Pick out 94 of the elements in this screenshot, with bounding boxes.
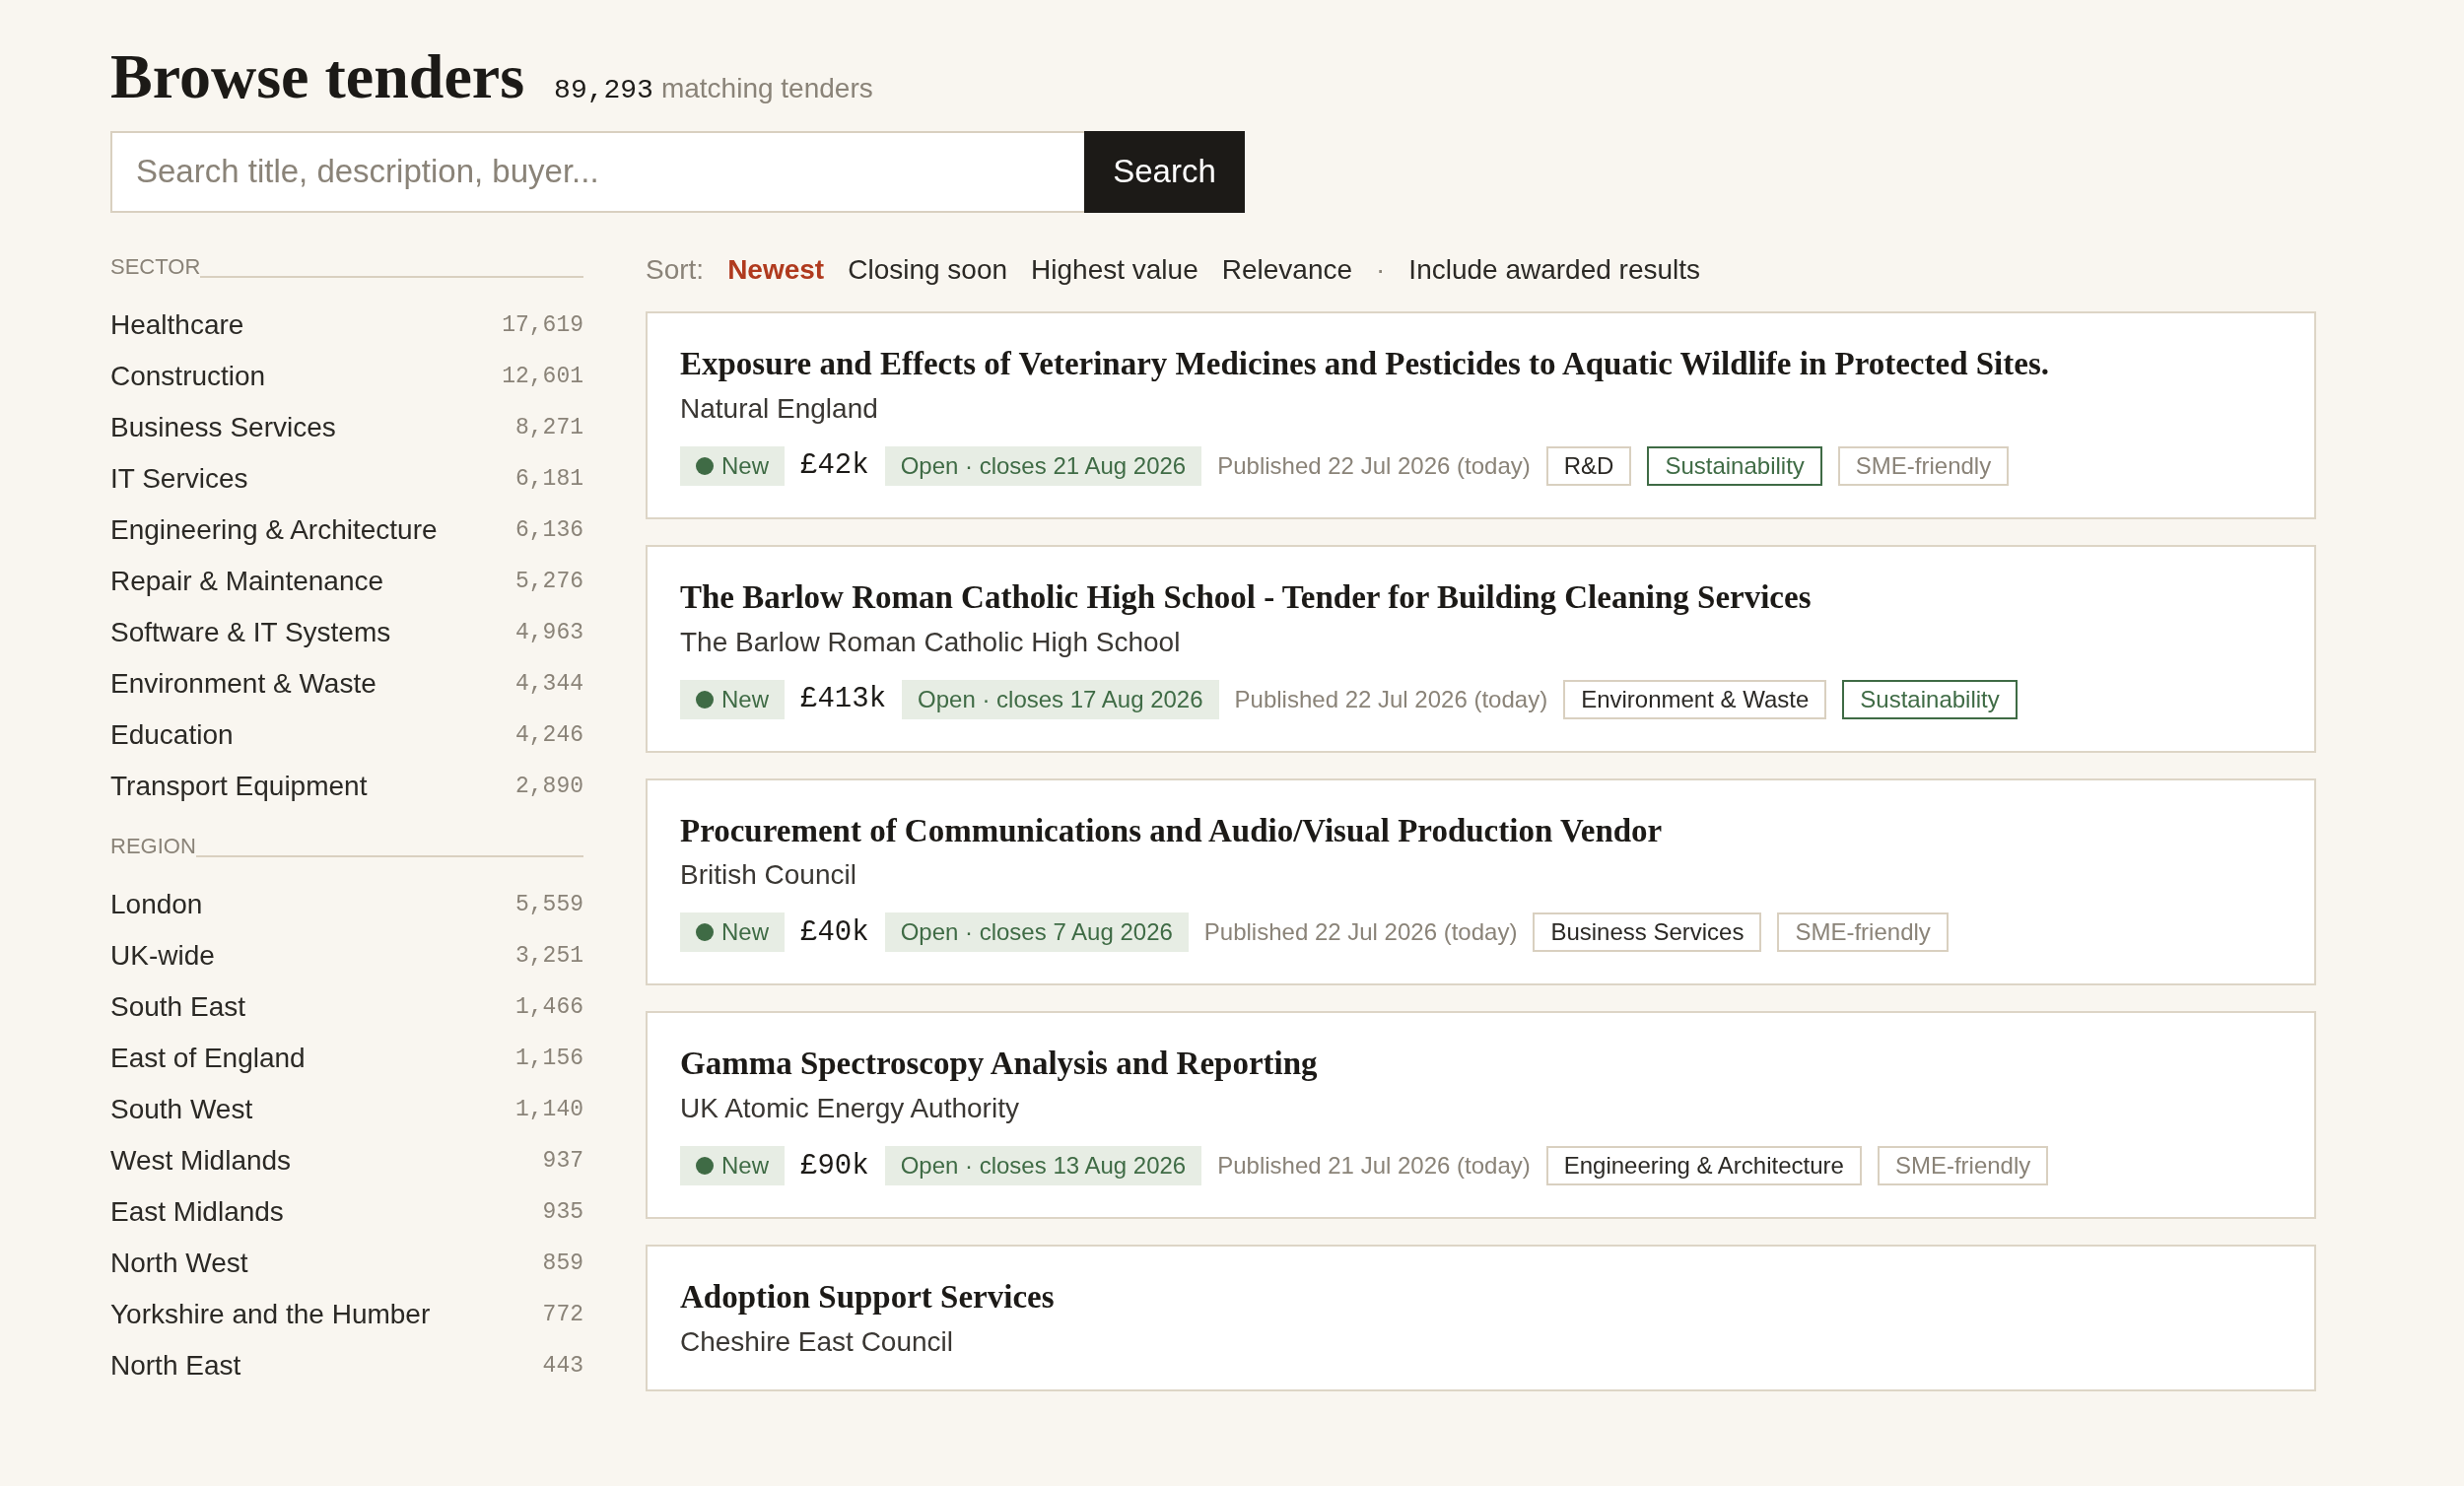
filter-count: 935 xyxy=(542,1198,583,1225)
tag: Sustainability xyxy=(1647,445,1822,486)
filter-option[interactable]: North West xyxy=(110,1247,248,1279)
filter-option[interactable]: Environment & Waste xyxy=(110,667,376,700)
filter-option[interactable]: UK-wide xyxy=(110,939,215,972)
awarded-results-link[interactable]: Include awarded results xyxy=(1408,253,1701,286)
published-date: Published 22 Jul 2026 (today) xyxy=(1203,918,1518,947)
filter-count: 12,601 xyxy=(502,363,583,389)
filter-option[interactable]: Education xyxy=(110,718,234,751)
tender-title[interactable]: Exposure and Effects of Veterinary Medicines and Pesticides to Aquatic Wildlife in Protected Sites. xyxy=(680,342,2282,385)
new-badge: New xyxy=(680,1146,785,1186)
result-count: 89,293 xyxy=(554,75,653,105)
search-field[interactable]: Search title, description, buyer... xyxy=(110,130,1084,213)
published-date: Published 21 Jul 2026 (today) xyxy=(1217,1152,1531,1181)
sort-label: Sort: xyxy=(646,253,705,286)
filter-count: 1,156 xyxy=(515,1045,583,1071)
filter-option[interactable]: Yorkshire and the Humber xyxy=(110,1298,431,1330)
status-badge: Open · closes 13 Aug 2026 xyxy=(884,1146,1202,1186)
buyer-name: Cheshire East Council xyxy=(680,1326,955,1359)
search-button[interactable]: Search xyxy=(1084,130,1245,213)
filter-count: 17,619 xyxy=(502,311,583,338)
filter-option[interactable]: South West xyxy=(110,1093,253,1125)
filter-count: 5,276 xyxy=(515,568,583,594)
tender-value: £413k xyxy=(800,683,887,716)
filter-count: 5,559 xyxy=(515,891,583,917)
buyer-name: UK Atomic Energy Authority xyxy=(680,1093,1020,1125)
filter-heading: SECTOR xyxy=(110,255,201,278)
tender-card[interactable]: Adoption Support Services Cheshire East Council xyxy=(646,1245,2316,1392)
filter-option[interactable]: East Midlands xyxy=(110,1195,284,1228)
tag: Sustainability xyxy=(1842,679,2018,719)
filter-option[interactable]: Software & IT Systems xyxy=(110,616,391,648)
filter-option[interactable]: Construction xyxy=(110,360,266,392)
tender-title[interactable]: Procurement of Communications and Audio/Visual Production Vendor xyxy=(680,809,2282,852)
filter-option[interactable]: IT Services xyxy=(110,462,248,495)
filter-count: 859 xyxy=(542,1250,583,1276)
published-date: Published 22 Jul 2026 (today) xyxy=(1217,451,1531,480)
sort-option[interactable]: Closing soon xyxy=(848,253,1008,286)
tag: Engineering & Architecture xyxy=(1545,1146,1862,1186)
filter-count: 4,344 xyxy=(515,670,583,697)
tender-card[interactable] xyxy=(646,544,2316,753)
filter-option[interactable]: South East xyxy=(110,990,245,1023)
tag: Environment & Waste xyxy=(1563,679,1827,719)
tender-title[interactable]: The Barlow Roman Catholic High School - Tender for Building Cleaning Services xyxy=(680,575,2282,619)
tender-title[interactable]: Gamma Spectroscopy Analysis and Reporting xyxy=(680,1043,2282,1086)
tag: R&D xyxy=(1545,445,1632,486)
filter-count: 1,140 xyxy=(515,1096,583,1122)
status-badge: Open · closes 21 Aug 2026 xyxy=(884,445,1202,486)
tag: Business Services xyxy=(1533,912,1762,953)
tender-title[interactable]: Adoption Support Services xyxy=(680,1276,2282,1319)
sort-option[interactable]: Newest xyxy=(727,253,825,286)
result-count-label: matching tenders xyxy=(660,73,873,104)
tender-value: £42k xyxy=(800,449,869,483)
filter-count: 937 xyxy=(542,1147,583,1174)
status-badge: Open · closes 17 Aug 2026 xyxy=(902,679,1219,719)
tender-value: £90k xyxy=(800,1149,869,1182)
filter-option[interactable]: West Midlands xyxy=(110,1144,292,1177)
filter-count: 6,181 xyxy=(515,465,583,492)
tender-card[interactable]: Procurement of Communications and Audio/Visual Production Vendor British Council New £40k Open · closes 7 Aug 2026 Published 22 Jul 2026 (today) Business Services SME-friendly xyxy=(646,777,2316,986)
buyer-name: British Council xyxy=(680,859,857,892)
filter-count: 3,251 xyxy=(515,942,583,969)
published-date: Published 22 Jul 2026 (today) xyxy=(1234,685,1548,713)
separator-dot: · xyxy=(1376,253,1386,286)
filter-count: 1,466 xyxy=(515,993,583,1020)
filter-count: 8,271 xyxy=(515,414,583,440)
filter-option[interactable]: North East xyxy=(110,1349,241,1382)
tender-card[interactable] xyxy=(646,310,2316,519)
filter-count: 2,890 xyxy=(515,773,583,799)
buyer-name: The Barlow Roman Catholic High School xyxy=(680,626,1182,658)
buyer-name: Natural England xyxy=(680,392,879,425)
filter-heading: REGION xyxy=(110,835,196,857)
filter-option[interactable]: Engineering & Architecture xyxy=(110,513,438,546)
new-badge: New xyxy=(680,445,785,486)
tender-card[interactable]: Gamma Spectroscopy Analysis and Reporting UK Atomic Energy Authority New £90k Open · closes 13 Aug 2026 Published 21 Jul 2026 (today) Engineering & Architecture SME-friendly xyxy=(646,1011,2316,1220)
filter-count: 4,963 xyxy=(515,619,583,645)
tag: SME-friendly xyxy=(1877,1146,2049,1186)
filter-count: 772 xyxy=(542,1301,583,1327)
tag: SME-friendly xyxy=(1837,445,2010,486)
filter-count: 443 xyxy=(542,1352,583,1379)
new-badge: New xyxy=(680,679,785,719)
new-badge: New xyxy=(680,912,785,953)
filter-option[interactable]: Healthcare xyxy=(110,308,244,341)
filter-option[interactable]: Repair & Maintenance xyxy=(110,565,384,597)
page-title: Browse tenders xyxy=(110,40,525,113)
status-badge: Open · closes 7 Aug 2026 xyxy=(884,912,1189,953)
filter-count: 6,136 xyxy=(515,516,583,543)
filter-option[interactable]: Business Services xyxy=(110,411,336,443)
sort-option[interactable]: Highest value xyxy=(1031,253,1198,286)
tender-value: £40k xyxy=(800,915,869,949)
filter-option[interactable]: East of England xyxy=(110,1042,306,1074)
filter-option[interactable]: London xyxy=(110,888,203,920)
sort-option[interactable]: Relevance xyxy=(1221,253,1353,286)
filter-option[interactable]: Transport Equipment xyxy=(110,770,368,802)
filter-count: 4,246 xyxy=(515,721,583,748)
tag: SME-friendly xyxy=(1777,912,1949,953)
